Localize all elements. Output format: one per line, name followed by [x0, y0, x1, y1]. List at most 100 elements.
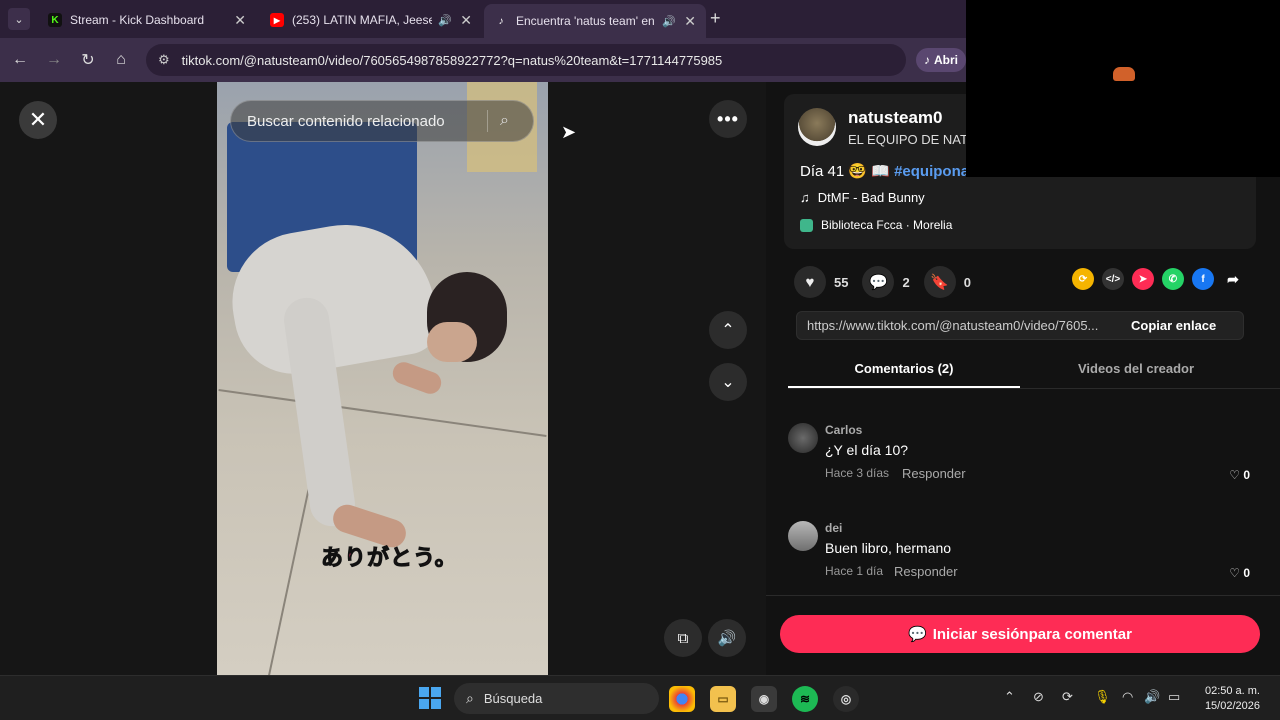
obs-icon[interactable]: ◎ — [833, 686, 859, 712]
wifi-icon[interactable]: ◠ — [1122, 689, 1133, 705]
close-tab-icon[interactable]: ✕ — [234, 12, 246, 29]
reload-icon[interactable]: ↻ — [78, 50, 98, 70]
music-note-icon: ♫ — [800, 190, 810, 205]
save-button[interactable]: 🔖 0 — [923, 266, 971, 298]
stream-overlay-window — [966, 0, 1280, 177]
divider — [487, 110, 488, 132]
share-link-box: https://www.tiktok.com/@natusteam0/video… — [796, 311, 1244, 340]
commenter-avatar[interactable] — [788, 521, 818, 551]
share-options: ⟳ </> ➤ ✆ f ➦ — [1072, 268, 1244, 290]
windows-start-icon[interactable] — [419, 687, 441, 709]
clock-date: 15/02/2026 — [1204, 700, 1260, 712]
chevron-up-icon[interactable]: ⌃ — [1004, 689, 1015, 705]
heart-outline-icon: ♡ — [1229, 566, 1240, 580]
tab-title: Encuentra 'natus team' en T — [516, 14, 656, 28]
battery-icon[interactable]: ▭ — [1168, 689, 1180, 705]
comment-text: ¿Y el día 10? — [825, 442, 909, 458]
file-explorer-icon[interactable]: ▭ — [710, 686, 736, 712]
close-video-button[interactable]: ✕ — [19, 101, 57, 139]
open-in-app-button[interactable]: ♪ Abri — [916, 48, 966, 72]
new-tab-plus-icon[interactable]: + — [710, 8, 721, 29]
chrome-icon[interactable] — [669, 686, 695, 712]
video-subtitle: ありがとう。 — [321, 545, 458, 571]
related-search-input[interactable] — [247, 112, 477, 130]
active-tab-indicator — [788, 386, 1020, 388]
more-options-button[interactable]: ••• — [709, 100, 747, 138]
video-frame-person — [221, 210, 507, 551]
comment-like-button[interactable]: ♡ 0 — [1229, 566, 1250, 580]
speaker-icon[interactable]: 🔊 — [662, 15, 676, 28]
close-tab-icon[interactable]: ✕ — [684, 13, 696, 30]
system-clock[interactable]: 02:50 a. m. 15/02/2026 — [1196, 684, 1260, 714]
music-title: DtMF - Bad Bunny — [817, 190, 925, 205]
embed-code-icon[interactable]: </> — [1102, 268, 1124, 290]
repost-icon[interactable]: ⟳ — [1072, 268, 1094, 290]
login-label: Iniciar sesiónpara comentar — [932, 625, 1132, 643]
location-pin-icon — [800, 218, 813, 232]
reply-button[interactable]: Responder — [894, 564, 958, 579]
description-text: Día 41 🤓 📖 — [800, 163, 895, 180]
speaker-icon[interactable]: 🔊 — [438, 14, 452, 27]
facebook-icon[interactable]: f — [1192, 268, 1214, 290]
comment-time: Hace 1 día — [825, 564, 884, 578]
address-bar[interactable]: ⚙ tiktok.com/@natusteam0/video/760565498… — [146, 44, 906, 76]
comment-like-button[interactable]: ♡ 0 — [1229, 468, 1250, 482]
whatsapp-icon[interactable]: ✆ — [1162, 268, 1184, 290]
login-to-comment-button[interactable]: 💬 Iniciar sesiónpara comentar — [780, 615, 1260, 653]
volume-button[interactable]: 🔊 — [708, 619, 746, 657]
author-avatar[interactable] — [798, 108, 836, 146]
forward-arrow-icon[interactable]: → — [44, 50, 64, 70]
floating-player-icon: ⧉ — [677, 629, 689, 647]
camera-icon[interactable]: ◉ — [751, 686, 777, 712]
back-arrow-icon[interactable]: ← — [10, 50, 30, 70]
tab-title: (253) LATIN MAFIA, Jeese B — [292, 13, 432, 27]
location-link[interactable]: Biblioteca Fcca · Morelia — [800, 218, 952, 232]
previous-video-button[interactable]: ⌃ — [709, 311, 747, 349]
youtube-icon: ▶ — [270, 13, 284, 27]
tab-youtube[interactable]: ▶ (253) LATIN MAFIA, Jeese B 🔊 ✕ — [260, 6, 482, 34]
volume-icon[interactable]: 🔊 — [1144, 689, 1160, 705]
open-app-label: Abri — [934, 53, 958, 67]
share-link-text[interactable]: https://www.tiktok.com/@natusteam0/video… — [807, 318, 1127, 333]
tab-search-chevron-icon[interactable]: ⌄ — [8, 8, 30, 30]
microphone-icon[interactable]: 🎙 — [1094, 689, 1111, 705]
taskbar-search[interactable]: ⌕ Búsqueda — [454, 683, 659, 714]
video-player[interactable]: ありがとう。 ⌕ — [217, 82, 548, 675]
share-arrow-icon[interactable]: ➦ — [1222, 268, 1244, 290]
music-link[interactable]: ♫ DtMF - Bad Bunny — [800, 190, 925, 205]
kick-icon: K — [48, 13, 62, 27]
site-settings-icon[interactable]: ⚙ — [158, 52, 170, 68]
author-username[interactable]: natusteam0 — [848, 108, 942, 128]
hashtag-link[interactable]: #equiponat — [894, 163, 974, 180]
like-button[interactable]: ♥ 55 — [794, 266, 848, 298]
comment-button[interactable]: 💬 2 — [862, 266, 910, 298]
commenter-avatar[interactable] — [788, 423, 818, 453]
search-icon[interactable]: ⌕ — [500, 112, 509, 130]
tab-creator-videos[interactable]: Videos del creador — [1020, 361, 1252, 376]
post-description: Día 41 🤓 📖 #equiponat — [800, 162, 974, 180]
send-to-friends-icon[interactable]: ➤ — [1132, 268, 1154, 290]
mouse-cursor-icon: ➤ — [561, 122, 577, 142]
sync-icon[interactable]: ⟳ — [1062, 689, 1073, 705]
next-video-button[interactable]: ⌄ — [709, 363, 747, 401]
url-text[interactable]: tiktok.com/@natusteam0/video/76056549878… — [182, 53, 723, 68]
comment-item: dei Buen libro, hermano Hace 1 día Respo… — [788, 521, 1258, 591]
related-search-box[interactable]: ⌕ — [230, 100, 534, 142]
commenter-name[interactable]: dei — [825, 521, 842, 535]
close-tab-icon[interactable]: ✕ — [460, 12, 472, 29]
comment-like-count: 0 — [1243, 468, 1250, 482]
spotify-icon[interactable]: ≋ — [792, 686, 818, 712]
home-icon[interactable]: ⌂ — [111, 50, 131, 70]
reply-button[interactable]: Responder — [902, 466, 966, 481]
tab-kick-dashboard[interactable]: K Stream - Kick Dashboard ✕ — [38, 6, 256, 34]
copy-link-button[interactable]: Copiar enlace — [1131, 318, 1216, 333]
comment-like-count: 0 — [1243, 566, 1250, 580]
tab-tiktok[interactable]: ♪ Encuentra 'natus team' en T 🔊 ✕ — [484, 4, 706, 38]
pip-button[interactable]: ⧉ — [664, 619, 702, 657]
comment-item: Carlos ¿Y el día 10? Hace 3 días Respond… — [788, 423, 1258, 493]
tab-comments[interactable]: Comentarios (2) — [788, 361, 1020, 376]
windows-taskbar: ⌕ Búsqueda ▭ ◉ ≋ ◎ ⌃ ⊘ ⟳ 🎙 ◠ 🔊 ▭ 02:50 a… — [0, 675, 1280, 720]
no-cloud-icon[interactable]: ⊘ — [1033, 689, 1044, 705]
volume-icon: 🔊 — [717, 630, 737, 647]
commenter-name[interactable]: Carlos — [825, 423, 862, 437]
